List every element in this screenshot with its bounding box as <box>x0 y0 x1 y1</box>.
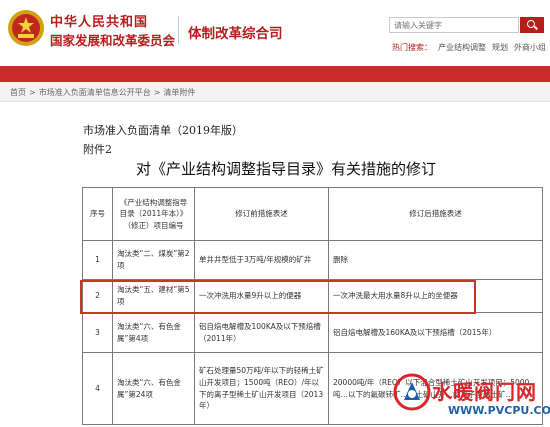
table-cell-code: 淘汰类“五、建材”第5项 <box>112 279 195 313</box>
search-input[interactable] <box>389 17 519 33</box>
table-cell-before: 单井井型低于3万吨/年规模的矿井 <box>194 240 329 280</box>
breadcrumb: 首页 > 市场准入负面清单信息公开平台 > 清单附件 <box>10 87 198 98</box>
table-cell-before: 一次冲洗用水量9升以上的便器 <box>194 279 329 313</box>
table-cell-after: 一次冲洗最大用水量8升以上的坐便器 <box>328 279 543 313</box>
table-row: 3 淘汰类“六、有色金属”第4项 铝自焙电解槽及100KA及以下预焙槽（2011… <box>82 312 543 353</box>
table-cell-num: 1 <box>82 240 113 280</box>
document-heading: 对《产业结构调整指导目录》有关措施的修订 <box>135 160 436 178</box>
breadcrumb-current[interactable]: 清单附件 <box>163 88 195 97</box>
watermark: 水暖阀门网 WWW.PVCPU.COM <box>392 372 550 427</box>
watermark-logo-icon <box>392 372 432 412</box>
table-header-before: 修订前措施表述 <box>194 187 329 241</box>
department-name: 体制改革综合司 <box>188 26 283 42</box>
table-row: 2 淘汰类“五、建材”第5项 一次冲洗用水量9升以上的便器 一次冲洗最大用水量8… <box>82 279 543 313</box>
search-button[interactable] <box>520 17 544 33</box>
table-header-num: 序号 <box>82 187 113 241</box>
table-cell-num: 2 <box>82 279 113 313</box>
watermark-url: WWW.PVCPU.COM <box>448 404 550 417</box>
table-cell-after: 铝自焙电解槽及160KA及以下预焙槽（2015年） <box>328 312 543 353</box>
header-divider <box>178 16 179 44</box>
breadcrumb-separator: > <box>153 88 161 97</box>
org-name-line1: 中华人民共和国 <box>50 15 149 30</box>
breadcrumb-home[interactable]: 首页 <box>10 88 26 97</box>
org-name-line2: 国家发展和改革委员会 <box>50 33 176 48</box>
breadcrumb-section[interactable]: 市场准入负面清单信息公开平台 <box>39 88 151 97</box>
site-header: 中华人民共和国 国家发展和改革委员会 体制改革综合司 热门搜索： 产业结构调整规划… <box>0 0 550 66</box>
hot-search-link[interactable]: 产业结构调整 <box>438 43 486 52</box>
table-cell-code: 淘汰类“六、有色金属”第4项 <box>112 312 195 353</box>
hot-search-link[interactable]: 外商小组 <box>514 43 546 52</box>
table-header-code: 《产业结构调整指导目录（2011年本）》（修正）项目编号 <box>112 187 195 241</box>
table-cell-num: 4 <box>82 352 113 425</box>
breadcrumb-separator: > <box>29 88 36 97</box>
watermark-brand: 水暖阀门网 <box>432 380 537 404</box>
table-cell-after: 删除 <box>328 240 543 280</box>
table-row: 1 淘汰类“二、煤炭”第2项 单井井型低于3万吨/年规模的矿井 删除 <box>82 240 543 280</box>
document-attachment-label: 附件2 <box>83 143 112 156</box>
hot-search-bar: 热门搜索： 产业结构调整 规划 外商小组 <box>392 42 550 53</box>
table-cell-code: 淘汰类“六、有色金属”第24项 <box>112 352 195 425</box>
table-cell-before: 铝自焙电解槽及100KA及以下预焙槽（2011年） <box>194 312 329 353</box>
breadcrumb-bar: 首页 > 市场准入负面清单信息公开平台 > 清单附件 <box>0 82 550 102</box>
document-title: 市场准入负面清单（2019年版） <box>83 124 243 137</box>
table-cell-code: 淘汰类“二、煤炭”第2项 <box>112 240 195 280</box>
hot-search-link[interactable]: 规划 <box>492 43 508 52</box>
search-icon <box>527 20 535 28</box>
table-cell-before: 矿石处理量50万吨/年以下的轻稀土矿山开发项目；1500吨（REO）/年以下的离… <box>194 352 329 425</box>
table-cell-num: 3 <box>82 312 113 353</box>
table-header-after: 修订后措施表述 <box>328 187 543 241</box>
national-emblem-icon <box>6 8 46 48</box>
main-nav-bar <box>0 66 550 82</box>
hot-search-label: 热门搜索： <box>392 43 432 52</box>
